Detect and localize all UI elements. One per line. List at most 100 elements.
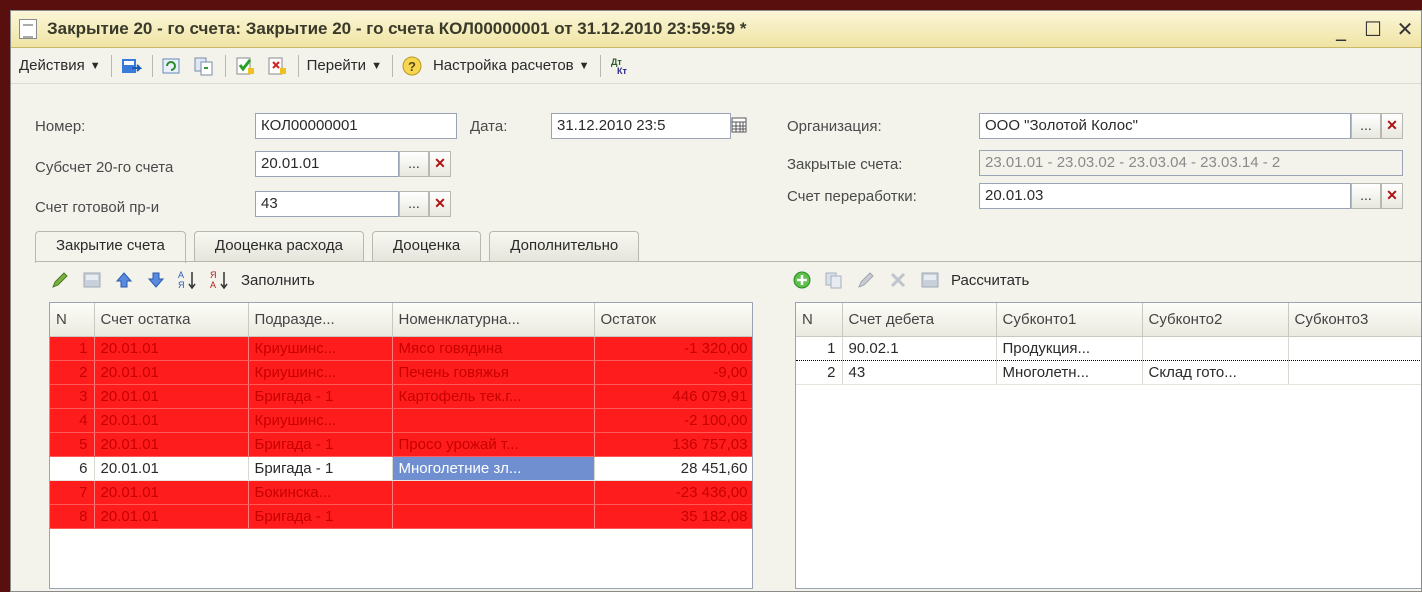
title-bar[interactable]: Закрытие 20 - го счета: Закрытие 20 - го… — [11, 11, 1421, 48]
subconto3-cell[interactable] — [1288, 360, 1421, 385]
balance-cell[interactable]: 35 182,08 — [594, 504, 752, 529]
refresh-icon[interactable] — [161, 55, 183, 77]
row-number-cell[interactable]: 7 — [50, 480, 95, 505]
copy-row-icon[interactable] — [823, 269, 845, 291]
goto-menu[interactable]: Перейти ▼ — [307, 57, 382, 74]
column-header[interactable]: Номенклатурна... — [392, 303, 595, 337]
column-header[interactable]: Субконто2 — [1142, 303, 1289, 337]
end-edit-icon[interactable] — [81, 269, 103, 291]
finished-goods-select-button[interactable]: ... — [399, 191, 429, 217]
department-cell[interactable]: Бригада - 1 — [248, 432, 393, 457]
finished-goods-field[interactable]: 43 — [255, 191, 399, 217]
department-cell[interactable]: Криушинс... — [248, 336, 393, 361]
balance-cell[interactable]: -1 320,00 — [594, 336, 752, 361]
nomenclature-cell[interactable]: Просо урожай т... — [392, 432, 595, 457]
balance-cell[interactable]: -9,00 — [594, 360, 752, 385]
processing-select-button[interactable]: ... — [1351, 183, 1381, 209]
add-icon[interactable] — [791, 269, 813, 291]
edit-row-icon[interactable] — [855, 269, 877, 291]
move-down-icon[interactable] — [145, 269, 167, 291]
account-cell[interactable]: 20.01.01 — [94, 480, 249, 505]
nomenclature-cell[interactable]: Картофель тек.г... — [392, 384, 595, 409]
maximize-button[interactable]: ☐ — [1357, 17, 1389, 41]
copy-icon[interactable] — [193, 55, 215, 77]
column-header[interactable]: Субконто3 — [1288, 303, 1421, 337]
debit-account-cell[interactable]: 90.02.1 — [842, 335, 997, 361]
organization-field[interactable]: ООО "Золотой Колос" — [979, 113, 1351, 139]
account-cell[interactable]: 20.01.01 — [94, 336, 249, 361]
post-document-icon[interactable] — [234, 55, 256, 77]
account-cell[interactable]: 20.01.01 — [94, 432, 249, 457]
close-button[interactable]: ✕ — [1389, 17, 1421, 41]
table-row[interactable]: 8 20.01.01 Бригада - 1 35 182,08 — [50, 504, 752, 529]
table-row[interactable]: 1 90.02.1 Продукция... — [796, 335, 1421, 361]
finished-goods-clear-button[interactable]: ✕ — [429, 191, 451, 217]
column-header[interactable]: N — [796, 303, 843, 337]
column-header[interactable]: Субконто1 — [996, 303, 1143, 337]
row-number-cell[interactable]: 3 — [50, 384, 95, 409]
sort-ascending-icon[interactable]: АЯ — [177, 269, 199, 291]
account-cell[interactable]: 20.01.01 — [94, 408, 249, 433]
table-row[interactable]: 7 20.01.01 Бокинска... -23 436,00 — [50, 480, 752, 505]
department-cell[interactable]: Криушинс... — [248, 360, 393, 385]
nomenclature-cell[interactable]: Печень говяжья — [392, 360, 595, 385]
row-number-cell[interactable]: 4 — [50, 408, 95, 433]
tab-expense-revaluation[interactable]: Дооценка расхода — [193, 231, 364, 261]
tab-account-closing[interactable]: Закрытие счета — [35, 231, 186, 263]
balance-cell[interactable]: 136 757,03 — [594, 432, 752, 457]
table-row[interactable]: 2 43 Многолетн... Склад гото... — [796, 360, 1421, 385]
delete-icon[interactable] — [887, 269, 909, 291]
post-and-close-icon[interactable] — [120, 55, 142, 77]
row-number-cell[interactable]: 2 — [796, 360, 843, 385]
nomenclature-cell[interactable] — [392, 504, 595, 529]
subconto2-cell[interactable] — [1142, 335, 1289, 361]
end-edit-icon[interactable] — [919, 269, 941, 291]
help-icon[interactable]: ? — [401, 55, 423, 77]
department-cell[interactable]: Бригада - 1 — [248, 384, 393, 409]
nomenclature-cell[interactable]: Многолетние зл... — [392, 456, 595, 481]
nomenclature-cell[interactable] — [392, 480, 595, 505]
dt-kt-icon[interactable]: Дт Кт — [609, 55, 631, 77]
table-row[interactable]: 6 20.01.01 Бригада - 1 Многолетние зл... 28 … — [50, 456, 752, 481]
table-row[interactable]: 1 20.01.01 Криушинс... Мясо говядина -1 320,… — [50, 336, 752, 361]
nomenclature-cell[interactable] — [392, 408, 595, 433]
debit-account-cell[interactable]: 43 — [842, 360, 997, 385]
balance-cell[interactable]: 446 079,91 — [594, 384, 752, 409]
column-header[interactable]: Остаток — [594, 303, 752, 337]
table-row[interactable]: 4 20.01.01 Криушинс... -2 100,00 — [50, 408, 752, 433]
balance-cell[interactable]: -23 436,00 — [594, 480, 752, 505]
actions-menu[interactable]: Действия ▼ — [19, 57, 101, 74]
edit-icon[interactable] — [49, 269, 71, 291]
subconto1-cell[interactable]: Многолетн... — [996, 360, 1143, 385]
subconto1-cell[interactable]: Продукция... — [996, 335, 1143, 361]
department-cell[interactable]: Криушинс... — [248, 408, 393, 433]
nomenclature-cell[interactable]: Мясо говядина — [392, 336, 595, 361]
row-number-cell[interactable]: 1 — [796, 335, 843, 361]
tab-revaluation[interactable]: Дооценка — [371, 231, 482, 261]
number-field[interactable]: КОЛ00000001 — [255, 113, 457, 139]
table-row[interactable]: 2 20.01.01 Криушинс... Печень говяжья -9,00 — [50, 360, 752, 385]
account-cell[interactable]: 20.01.01 — [94, 384, 249, 409]
column-header[interactable]: Счет дебета — [842, 303, 997, 337]
sort-descending-icon[interactable]: ЯА — [209, 269, 231, 291]
subaccount-field[interactable]: 20.01.01 — [255, 151, 399, 177]
row-number-cell[interactable]: 2 — [50, 360, 95, 385]
processing-clear-button[interactable]: ✕ — [1381, 183, 1403, 209]
column-header[interactable]: N — [50, 303, 95, 337]
table-row[interactable]: 3 20.01.01 Бригада - 1 Картофель тек.г... 44… — [50, 384, 752, 409]
row-number-cell[interactable]: 6 — [50, 456, 95, 481]
balance-cell[interactable]: -2 100,00 — [594, 408, 752, 433]
move-up-icon[interactable] — [113, 269, 135, 291]
subconto2-cell[interactable]: Склад гото... — [1142, 360, 1289, 385]
unpost-document-icon[interactable] — [266, 55, 288, 77]
row-number-cell[interactable]: 5 — [50, 432, 95, 457]
account-cell[interactable]: 20.01.01 — [94, 360, 249, 385]
settings-menu[interactable]: Настройка расчетов ▼ — [433, 57, 590, 74]
subaccount-clear-button[interactable]: ✕ — [429, 151, 451, 177]
organization-clear-button[interactable]: ✕ — [1381, 113, 1403, 139]
table-row[interactable]: 5 20.01.01 Бригада - 1 Просо урожай т... 136… — [50, 432, 752, 457]
row-number-cell[interactable]: 8 — [50, 504, 95, 529]
subaccount-select-button[interactable]: ... — [399, 151, 429, 177]
fill-button[interactable]: Заполнить — [241, 272, 315, 289]
department-cell[interactable]: Бокинска... — [248, 480, 393, 505]
